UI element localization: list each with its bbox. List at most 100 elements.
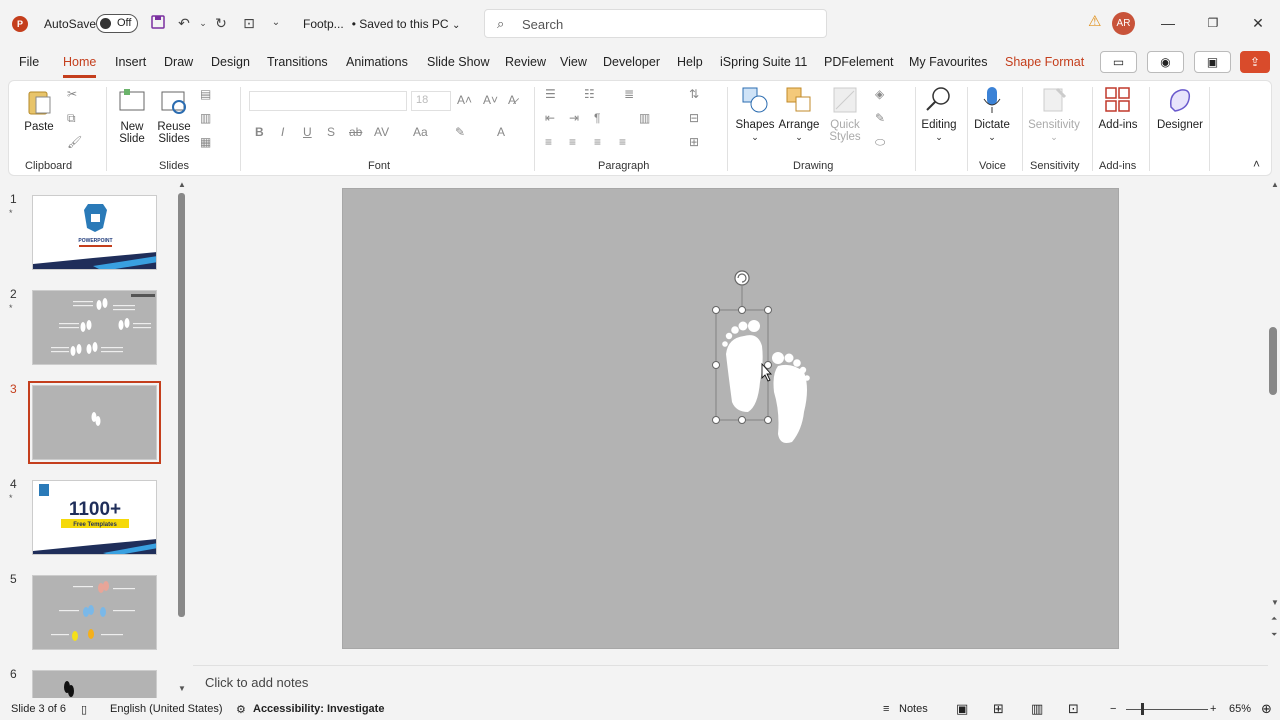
layout-icon[interactable]: ▤ [200, 87, 211, 101]
scroll-down-icon[interactable]: ▼ [178, 684, 186, 693]
cut-icon[interactable]: ✂ [67, 87, 77, 101]
align-center-icon[interactable]: ≡ [569, 135, 576, 149]
tab-my-favourites[interactable]: My Favourites [909, 55, 988, 69]
canvas-scrollbar[interactable]: ▲ ▼ ⏶ ⏷ [1268, 178, 1280, 663]
quick-styles-button[interactable]: Quick Styles [823, 85, 867, 143]
align-left-icon[interactable]: ≡ [545, 135, 552, 149]
editing-button[interactable]: Editing ⌄ [919, 85, 959, 143]
numbering-icon[interactable]: ☷ [584, 87, 595, 101]
dictate-button[interactable]: Dictate ⌄ [971, 85, 1013, 143]
redo-icon[interactable]: ↻ [212, 14, 230, 32]
tab-animations[interactable]: Animations [346, 55, 408, 69]
justify-icon[interactable]: ≡ [619, 135, 626, 149]
slide-thumbnail-6[interactable] [32, 670, 157, 698]
bold-icon[interactable]: B [255, 125, 264, 139]
search-box[interactable]: ⌕ Search [484, 9, 827, 38]
tab-design[interactable]: Design [211, 55, 250, 69]
sort-icon[interactable]: ⇅ [689, 87, 699, 101]
tab-developer[interactable]: Developer [603, 55, 660, 69]
designer-button[interactable]: Designer [1155, 85, 1205, 131]
add-ins-button[interactable]: Add-ins [1095, 85, 1141, 131]
new-slide-button[interactable]: New Slide [113, 87, 151, 145]
restore-icon[interactable]: ❐ [1203, 13, 1223, 33]
customize-toolbar-icon[interactable]: ⌄ [267, 14, 285, 32]
zoom-in-icon[interactable]: + [1210, 703, 1216, 715]
scroll-up-icon[interactable]: ▲ [178, 180, 186, 189]
minimize-icon[interactable]: — [1158, 13, 1178, 33]
record-icon[interactable]: ◉ [1147, 51, 1184, 73]
tab-insert[interactable]: Insert [115, 55, 146, 69]
zoom-out-icon[interactable]: − [1110, 703, 1116, 715]
shadow-icon[interactable]: S [327, 125, 335, 139]
copy-icon[interactable]: ⧉ [67, 111, 76, 126]
slide-sorter-icon[interactable]: ⊞ [993, 701, 1004, 717]
decrease-indent-icon[interactable]: ⇤ [545, 111, 555, 125]
avatar[interactable]: AR [1112, 12, 1135, 35]
undo-icon[interactable]: ↶ [175, 14, 193, 32]
teams-icon[interactable]: ▣ [1194, 51, 1231, 73]
zoom-slider[interactable] [1126, 709, 1208, 710]
tab-draw[interactable]: Draw [164, 55, 193, 69]
increase-font-icon[interactable]: A˄ [457, 93, 472, 107]
clear-formatting-icon[interactable]: A̷ [508, 93, 516, 107]
italic-icon[interactable]: I [281, 125, 284, 139]
reset-icon[interactable]: ▥ [200, 111, 211, 125]
text-direction-icon[interactable]: ¶ [594, 111, 600, 125]
tab-shape-format[interactable]: Shape Format [1005, 55, 1084, 69]
warning-icon[interactable]: ⚠ [1088, 14, 1104, 30]
paste-button[interactable]: Paste [19, 87, 59, 133]
section-icon[interactable]: ▦ [200, 135, 211, 149]
present-icon[interactable]: ⊡ [240, 14, 258, 32]
rotate-handle-icon[interactable] [734, 270, 750, 286]
spell-check-icon[interactable]: ▯ [81, 703, 87, 716]
notes-pane[interactable]: Click to add notes [193, 665, 1268, 697]
reading-view-icon[interactable]: ▥ [1031, 701, 1043, 717]
shape-fill-icon[interactable]: ◈ [875, 87, 884, 101]
undo-dropdown-icon[interactable]: ⌄ [194, 14, 212, 32]
slide-thumbnail-2[interactable] [32, 290, 157, 365]
document-title[interactable]: Footp... • Saved to this PC ⌄ [303, 17, 460, 31]
canvas-scroll-thumb[interactable] [1269, 327, 1277, 395]
thumbnail-scrollbar[interactable] [178, 193, 185, 617]
close-icon[interactable]: ✕ [1248, 13, 1268, 33]
normal-view-icon[interactable]: ▣ [956, 701, 968, 717]
format-painter-icon[interactable]: 🖌 [67, 135, 82, 149]
tab-help[interactable]: Help [677, 55, 703, 69]
change-case-icon[interactable]: Aa [413, 125, 428, 139]
font-color-icon[interactable]: A [497, 125, 505, 139]
shape-outline-icon[interactable]: ✎ [875, 111, 885, 125]
fit-slide-icon[interactable]: ⊕ [1261, 701, 1272, 717]
increase-indent-icon[interactable]: ⇥ [569, 111, 579, 125]
shape-effects-icon[interactable]: ⬭ [875, 135, 885, 150]
columns-icon[interactable]: ▥ [639, 111, 650, 125]
underline-icon[interactable]: U [303, 125, 312, 139]
scroll-down-icon[interactable]: ▼ [1271, 598, 1279, 607]
font-family-combo[interactable] [249, 91, 407, 111]
decrease-font-icon[interactable]: A˅ [483, 93, 498, 107]
save-icon[interactable] [149, 14, 167, 32]
slide-thumbnail-5[interactable] [32, 575, 157, 650]
tab-file[interactable]: File [19, 55, 39, 69]
reuse-slides-button[interactable]: Reuse Slides [155, 87, 193, 145]
shapes-button[interactable]: Shapes ⌄ [735, 85, 775, 143]
previous-slide-icon[interactable]: ⏶ [1271, 614, 1277, 624]
tab-transitions[interactable]: Transitions [267, 55, 328, 69]
next-slide-icon[interactable]: ⏷ [1271, 630, 1277, 640]
collapse-ribbon-icon[interactable]: ˄ [1253, 157, 1260, 171]
highlight-icon[interactable]: ✎ [455, 125, 465, 139]
sensitivity-button[interactable]: Sensitivity ⌄ [1025, 85, 1083, 143]
footprints-shape-group[interactable] [700, 262, 820, 452]
zoom-slider-knob[interactable] [1141, 703, 1144, 715]
tab-pdfelement[interactable]: PDFelement [824, 55, 893, 69]
slide-thumbnail-3[interactable] [28, 381, 161, 464]
tab-review[interactable]: Review [505, 55, 546, 69]
language-status[interactable]: English (United States) [110, 703, 223, 715]
character-spacing-icon[interactable]: AV [374, 125, 389, 139]
tab-slide-show[interactable]: Slide Show [427, 55, 490, 69]
slide-thumbnail-1[interactable]: POWERPOINT [32, 195, 157, 270]
scroll-up-icon[interactable]: ▲ [1271, 180, 1279, 189]
align-text-icon[interactable]: ⊟ [689, 111, 699, 125]
bullets-icon[interactable]: ☰ [545, 87, 556, 101]
zoom-level[interactable]: 65% [1229, 703, 1251, 715]
font-size-combo[interactable]: 18 [411, 91, 451, 111]
